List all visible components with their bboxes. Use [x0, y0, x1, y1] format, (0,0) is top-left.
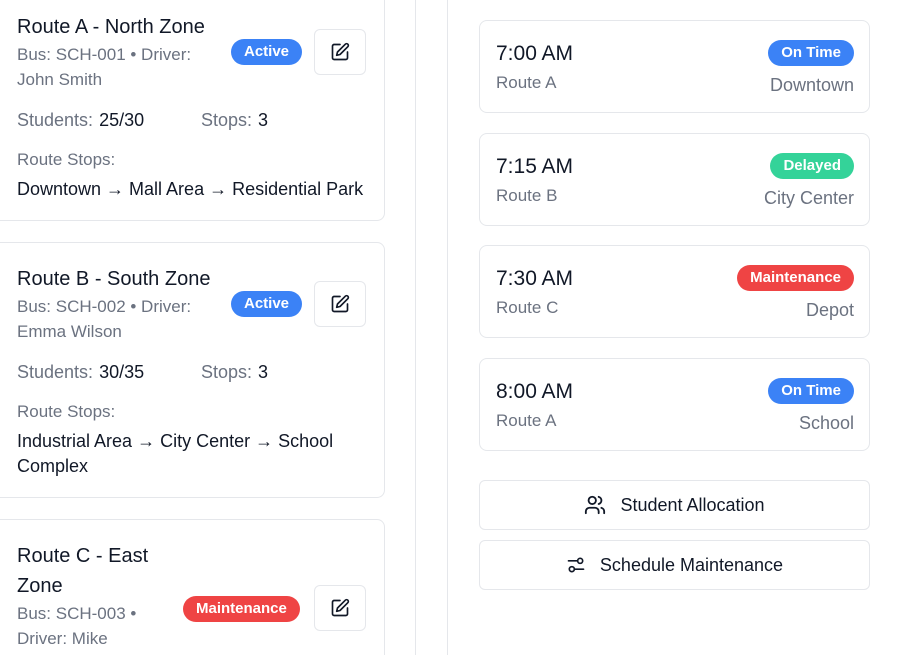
- schedule-time: 7:30 AM: [496, 267, 574, 290]
- status-badge: On Time: [768, 40, 854, 66]
- status-badge: Maintenance: [737, 265, 854, 291]
- schedule-card[interactable]: 7:15 AM Route B Delayed City Center: [479, 133, 870, 226]
- route-name: Route B - South Zone: [17, 268, 211, 290]
- status-badge: Delayed: [770, 153, 854, 179]
- status-badge: Maintenance: [183, 596, 300, 622]
- schedule-maintenance-button[interactable]: Schedule Maintenance: [479, 540, 870, 590]
- student-allocation-button[interactable]: Student Allocation: [479, 480, 870, 530]
- edit-route-button[interactable]: [314, 29, 366, 75]
- stops-stat: Stops: 3: [201, 362, 269, 382]
- student-allocation-label: Student Allocation: [620, 494, 765, 515]
- routes-panel: Route A - North Zone Bus: SCH-001 • Driv…: [0, 0, 416, 655]
- route-card: Route A - North Zone Bus: SCH-001 • Driv…: [0, 0, 385, 221]
- route-stops-label: Route Stops:: [17, 150, 116, 169]
- route-bus-driver: Bus: SCH-001 • Driver: John Smith: [17, 45, 192, 89]
- schedule-route: Route B: [496, 186, 558, 205]
- schedule-time: 7:15 AM: [496, 155, 574, 178]
- route-name: Route A - North Zone: [17, 16, 205, 38]
- route-name: Route C - East Zone: [17, 545, 149, 597]
- users-icon: [585, 495, 606, 515]
- status-badge: On Time: [768, 378, 854, 404]
- schedule-location: City Center: [763, 188, 854, 208]
- edit-route-button[interactable]: [314, 585, 366, 631]
- route-bus-driver: Bus: SCH-003 • Driver: Mike: [17, 604, 137, 648]
- status-badge: Active: [231, 39, 303, 65]
- schedule-location: School: [798, 413, 854, 433]
- route-stops-label: Route Stops:: [17, 402, 116, 421]
- route-card: Route B - South Zone Bus: SCH-002 • Driv…: [0, 242, 385, 498]
- schedule-card[interactable]: 7:30 AM Route C Maintenance Depot: [479, 245, 870, 338]
- schedule-time: 7:00 AM: [496, 42, 574, 65]
- route-stops: Downtown → Mall Area → Residential Park: [17, 179, 364, 199]
- schedule-route: Route C: [496, 298, 559, 317]
- schedule-route: Route A: [496, 411, 557, 430]
- students-stat: Students: 30/35: [17, 362, 145, 382]
- route-bus-driver: Bus: SCH-002 • Driver: Emma Wilson: [17, 297, 192, 341]
- schedule-location: Depot: [805, 300, 854, 320]
- edit-icon: [331, 42, 350, 61]
- status-badge: Active: [231, 291, 303, 317]
- schedule-location: Downtown: [769, 75, 854, 95]
- route-card: Route C - East Zone Bus: SCH-003 • Drive…: [0, 519, 385, 655]
- settings-sliders-icon: [567, 557, 585, 573]
- schedule-card[interactable]: 7:00 AM Route A On Time Downtown: [479, 20, 870, 113]
- stops-stat: Stops: 3: [201, 110, 269, 130]
- route-stops: Industrial Area → City Center → School C…: [17, 431, 334, 476]
- edit-icon: [331, 598, 350, 617]
- schedule-maintenance-label: Schedule Maintenance: [599, 554, 784, 575]
- students-stat: Students: 25/30: [17, 110, 145, 130]
- schedule-time: 8:00 AM: [496, 380, 574, 403]
- edit-route-button[interactable]: [314, 281, 366, 327]
- edit-icon: [331, 294, 350, 313]
- schedule-panel: 7:00 AM Route A On Time Downtown 7:15 AM…: [447, 0, 905, 655]
- schedule-route: Route A: [496, 73, 557, 92]
- schedule-card[interactable]: 8:00 AM Route A On Time School: [479, 358, 870, 451]
